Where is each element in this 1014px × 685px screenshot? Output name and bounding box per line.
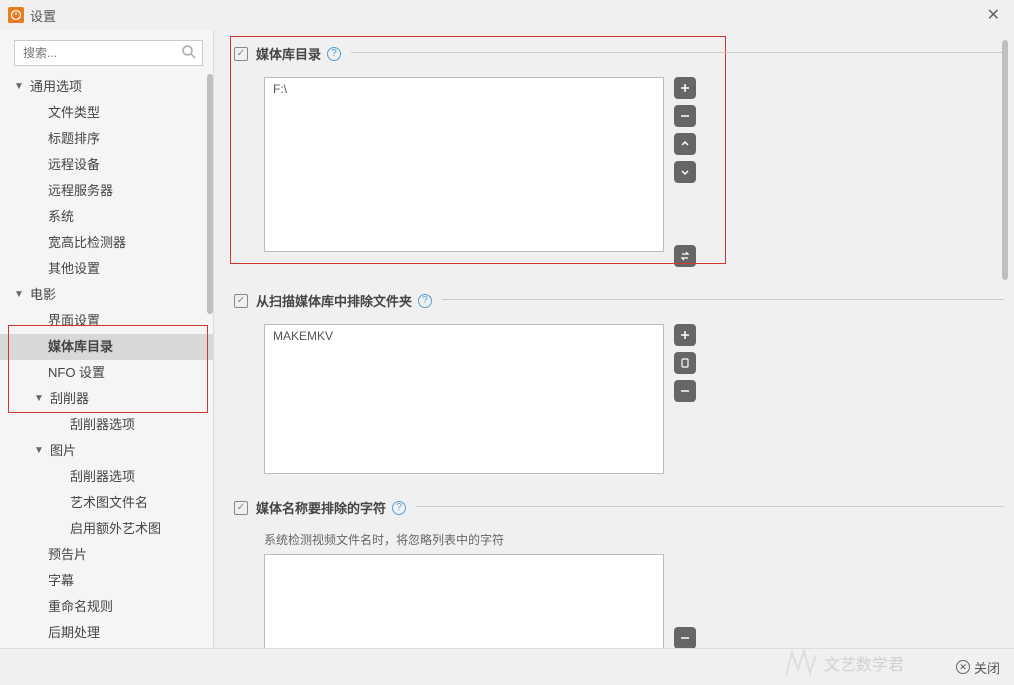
section-title: 媒体名称要排除的字符 — [256, 498, 386, 517]
section-exclude-folders: ✓ 从扫描媒体库中排除文件夹 ? MAKEMKV — [234, 287, 1004, 474]
section-exclude-chars: ✓ 媒体名称要排除的字符 ? 系统检测视频文件名时，将忽略列表中的字符 — [234, 494, 1004, 648]
chevron-down-icon: ▼ — [14, 78, 26, 96]
tree-item[interactable]: NFO 设置 — [0, 360, 213, 386]
tree-item[interactable]: 远程设备 — [0, 152, 213, 178]
chevron-down-icon: ▼ — [14, 286, 26, 304]
move-up-button[interactable] — [674, 133, 696, 155]
nav-tree: ▼通用选项 文件类型 标题排序 远程设备 远程服务器 系统 宽高比检测器 其他设… — [0, 74, 213, 648]
add-button[interactable] — [674, 324, 696, 346]
sidebar: ▼通用选项 文件类型 标题排序 远程设备 远程服务器 系统 宽高比检测器 其他设… — [0, 30, 214, 648]
remove-button[interactable] — [674, 380, 696, 402]
tree-item[interactable]: 启用额外艺术图 — [0, 516, 213, 542]
section-media-dirs: ✓ 媒体库目录 ? F:\ — [234, 40, 1004, 267]
exclude-listbox[interactable]: MAKEMKV — [264, 324, 664, 474]
collapse-icon[interactable]: ✓ — [234, 294, 248, 308]
list-item[interactable]: F:\ — [273, 82, 655, 96]
tree-item[interactable]: 字幕 — [0, 568, 213, 594]
add-button[interactable] — [674, 77, 696, 99]
collapse-icon[interactable]: ✓ — [234, 501, 248, 515]
tree-item[interactable]: 文件类型 — [0, 100, 213, 126]
footer: 文艺数学君 ✕ 关闭 — [0, 648, 1014, 685]
tree-item[interactable]: 后期处理 — [0, 620, 213, 646]
collapse-icon[interactable]: ✓ — [234, 47, 248, 61]
tree-item[interactable]: 远程服务器 — [0, 178, 213, 204]
section-title: 从扫描媒体库中排除文件夹 — [256, 291, 412, 310]
swap-button[interactable] — [674, 245, 696, 267]
close-button[interactable]: ✕ 关闭 — [956, 658, 1000, 677]
tree-item[interactable]: 其他设置 — [0, 256, 213, 282]
tree-item[interactable]: 系统 — [0, 204, 213, 230]
watermark: 文艺数学君 — [782, 645, 904, 681]
titlebar: 设置 ✕ — [0, 0, 1014, 30]
chevron-down-icon: ▼ — [34, 442, 46, 460]
list-item[interactable]: MAKEMKV — [273, 329, 655, 343]
tree-item[interactable]: 标题排序 — [0, 126, 213, 152]
sidebar-scrollbar[interactable] — [207, 74, 213, 648]
tree-item[interactable]: 刮削器选项 — [0, 412, 213, 438]
tree-general[interactable]: ▼通用选项 — [0, 74, 213, 100]
tree-item[interactable]: 刮削器选项 — [0, 464, 213, 490]
help-icon[interactable]: ? — [418, 294, 432, 308]
search-input[interactable] — [14, 40, 203, 66]
dirs-listbox[interactable]: F:\ — [264, 77, 664, 252]
window-title: 设置 — [30, 6, 981, 25]
tree-movie[interactable]: ▼电影 — [0, 282, 213, 308]
section-description: 系统检测视频文件名时，将忽略列表中的字符 — [264, 531, 1004, 548]
close-circle-icon: ✕ — [956, 660, 970, 674]
tree-image[interactable]: ▼图片 — [0, 438, 213, 464]
help-icon[interactable]: ? — [392, 501, 406, 515]
chevron-down-icon: ▼ — [34, 390, 46, 408]
tree-item[interactable]: 宽高比检测器 — [0, 230, 213, 256]
content-scrollbar[interactable] — [1002, 40, 1008, 630]
move-down-button[interactable] — [674, 161, 696, 183]
tree-item[interactable]: 界面设置 — [0, 308, 213, 334]
watermark-logo-icon — [782, 645, 818, 681]
help-icon[interactable]: ? — [327, 47, 341, 61]
tree-item-media-dir[interactable]: 媒体库目录 — [0, 334, 213, 360]
window-close-button[interactable]: ✕ — [981, 5, 1006, 25]
remove-button[interactable] — [674, 627, 696, 648]
content-pane: ✓ 媒体库目录 ? F:\ — [214, 30, 1014, 648]
section-title: 媒体库目录 — [256, 44, 321, 63]
tree-scraper[interactable]: ▼刮削器 — [0, 386, 213, 412]
file-button[interactable] — [674, 352, 696, 374]
remove-button[interactable] — [674, 105, 696, 127]
app-icon — [8, 7, 24, 23]
tree-item[interactable]: 预告片 — [0, 542, 213, 568]
tree-item[interactable]: 重命名规则 — [0, 594, 213, 620]
search-icon — [181, 44, 197, 63]
chars-listbox[interactable] — [264, 554, 664, 648]
tree-item[interactable]: 艺术图文件名 — [0, 490, 213, 516]
